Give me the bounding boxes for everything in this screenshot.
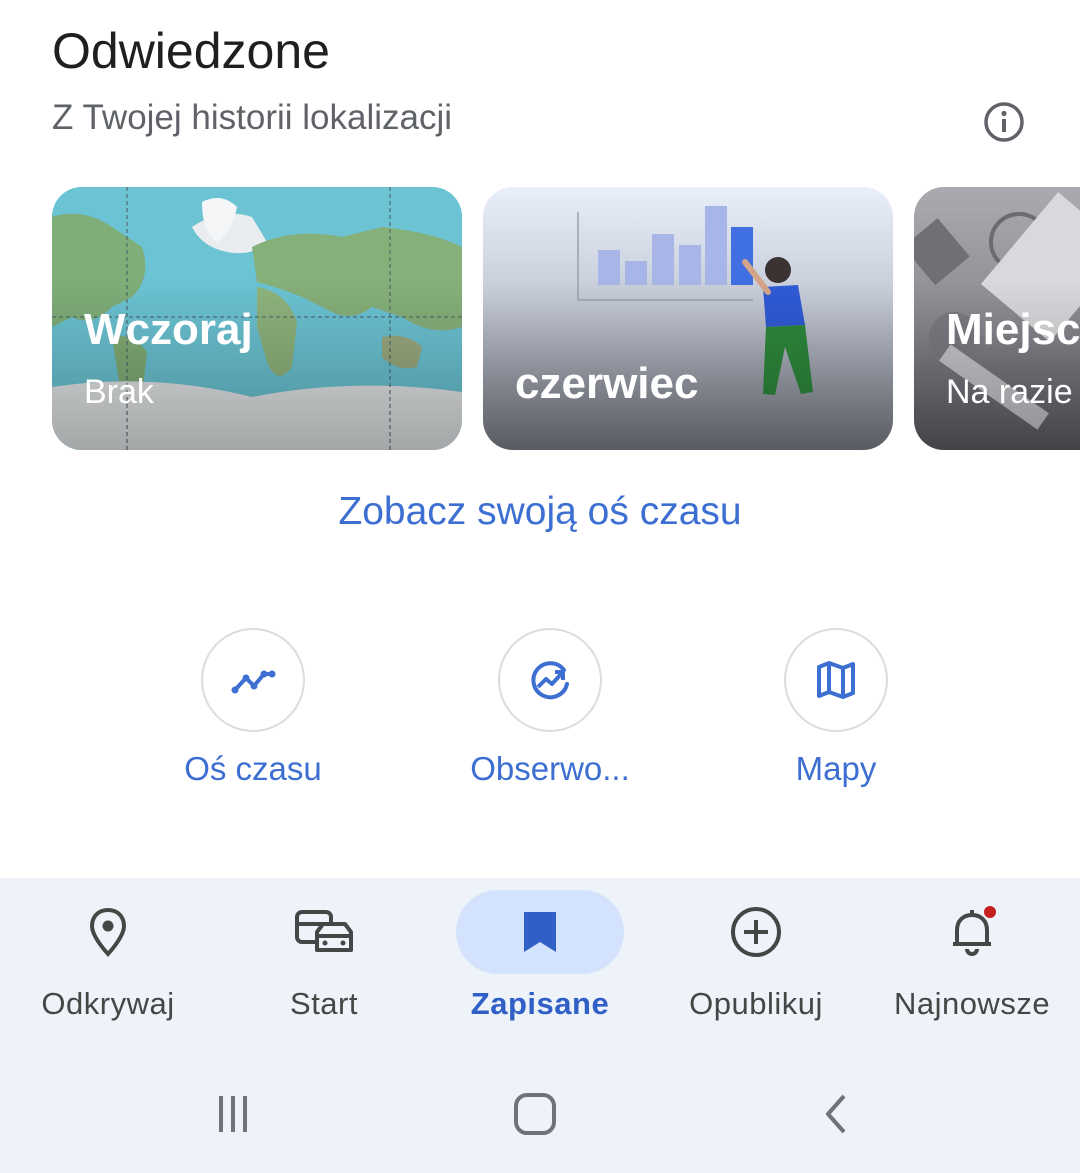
shortcut-circle[interactable]: [201, 628, 305, 732]
home-button[interactable]: [505, 1084, 565, 1144]
location-pin-icon: [89, 907, 127, 957]
nav-start[interactable]: Start: [216, 878, 432, 1056]
bookmark-icon: [524, 912, 556, 952]
card-subtitle: Na razie: [946, 373, 1073, 411]
shortcut-circle[interactable]: [498, 628, 602, 732]
timeline-icon: [231, 670, 276, 694]
recents-icon: [219, 1096, 247, 1132]
shortcut-following[interactable]: Obserwo...: [430, 628, 670, 798]
card-title: Miejsc: [946, 305, 1080, 354]
nav-saved[interactable]: Zapisane: [432, 878, 648, 1056]
add-circle-icon: [731, 907, 781, 957]
card-title: Wczoraj: [84, 305, 253, 354]
nav-label: Opublikuj: [689, 986, 823, 1021]
home-icon: [514, 1093, 556, 1135]
trending-icon: [531, 661, 569, 700]
card-month[interactable]: czerwiec: [483, 187, 893, 450]
recents-button[interactable]: [203, 1084, 263, 1144]
shortcut-label: Obserwo...: [470, 750, 630, 787]
see-timeline-link[interactable]: Zobacz swoją oś czasu: [0, 490, 1080, 534]
bottom-navigation: Odkrywaj Start Zapisane Opublikuj Najnow…: [0, 878, 1080, 1056]
nav-recent[interactable]: Najnowsze: [864, 878, 1080, 1056]
page-title: Odwiedzone: [52, 23, 330, 79]
nav-icon-container: [24, 890, 192, 974]
back-icon: [826, 1094, 846, 1134]
commute-icon: [295, 910, 353, 952]
info-icon: [984, 102, 1024, 142]
card-yesterday[interactable]: Wczoraj Brak: [52, 187, 462, 450]
nav-explore[interactable]: Odkrywaj: [0, 878, 216, 1056]
nav-icon-container: [456, 890, 624, 974]
card-subtitle: Brak: [84, 373, 154, 411]
shortcut-maps[interactable]: Mapy: [716, 628, 956, 798]
nav-icon-container: [888, 890, 1056, 974]
shortcut-label: Mapy: [795, 750, 877, 787]
page-subtitle: Z Twojej historii lokalizacji: [52, 98, 453, 137]
system-navigation-bar: [0, 1056, 1080, 1173]
card-title: czerwiec: [515, 359, 699, 408]
card-places[interactable]: Miejsc Na razie: [914, 187, 1080, 450]
notification-badge: [982, 904, 998, 920]
nav-label: Odkrywaj: [41, 986, 175, 1021]
nav-label: Start: [290, 986, 358, 1021]
nav-publish[interactable]: Opublikuj: [648, 878, 864, 1056]
shortcut-timeline[interactable]: Oś czasu: [133, 628, 373, 798]
shortcut-circle[interactable]: [784, 628, 888, 732]
nav-label: Najnowsze: [893, 986, 1051, 1021]
info-button[interactable]: [980, 98, 1028, 146]
bell-icon: [953, 904, 998, 956]
nav-icon-container: [672, 890, 840, 974]
visited-cards-carousel[interactable]: Wczoraj Brak czerwiec Miejsc Na razie: [0, 187, 1080, 450]
map-icon: [817, 661, 855, 699]
shortcut-label: Oś czasu: [184, 750, 322, 787]
back-button[interactable]: [808, 1084, 868, 1144]
nav-icon-container: [240, 890, 408, 974]
nav-label: Zapisane: [470, 986, 610, 1021]
